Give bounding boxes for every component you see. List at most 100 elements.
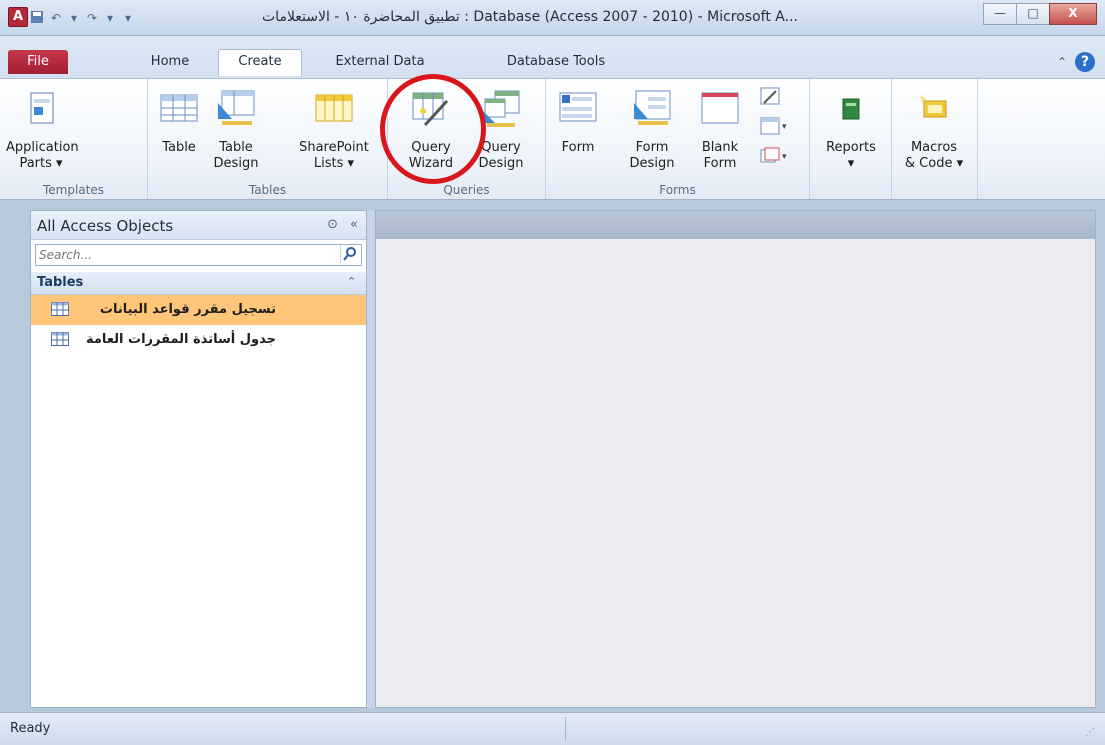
nav-title: All Access Objects	[37, 217, 174, 235]
access-app-icon[interactable]: A	[8, 7, 28, 27]
group-forms: Form Form Design Blank Form ▾ ▾ Forms	[546, 79, 810, 199]
title-bar: A ↶ ▾ ↷ ▾ ▾ تطبيق المحاضرة ١٠ - الاستعلا…	[0, 0, 1105, 36]
group-reports: Reports ▾	[810, 79, 892, 199]
macros-code-button[interactable]: Macros & Code ▾	[898, 89, 970, 172]
svg-text:▾: ▾	[782, 122, 787, 132]
table-object-icon	[51, 332, 69, 346]
nav-header[interactable]: All Access Objects ⊙ «	[31, 211, 366, 240]
nav-item-table-1[interactable]: تسجيل مقرر قواعد البيانات	[31, 295, 366, 325]
application-parts-icon	[30, 92, 54, 124]
redo-dropdown-icon[interactable]: ▾	[104, 11, 116, 25]
table-button[interactable]: Table	[156, 89, 202, 156]
close-button[interactable]: X	[1049, 3, 1097, 25]
application-parts-label-2: Parts ▾	[19, 156, 63, 171]
help-icon[interactable]: ?	[1075, 52, 1095, 72]
redo-icon[interactable]: ↷	[86, 11, 98, 25]
save-icon[interactable]	[30, 10, 44, 27]
svg-text:▾: ▾	[782, 152, 787, 162]
ribbon-create: Application Parts ▾ Templates Table Tabl…	[0, 78, 1105, 200]
quick-access-toolbar: ↶ ▾ ↷ ▾ ▾	[30, 9, 134, 27]
query-design-label-2: Design	[478, 156, 524, 171]
tab-create[interactable]: Create	[218, 49, 302, 76]
reports-label: Reports	[826, 140, 876, 155]
search-icon[interactable]	[340, 245, 359, 263]
group-tables: Table Table Design SharePoint Lists ▾ Ta…	[148, 79, 388, 199]
left-frame	[0, 200, 30, 712]
help-area: ⌃ ?	[1057, 52, 1095, 72]
group-label-templates: Templates	[42, 183, 104, 197]
shutter-bar-close-icon[interactable]: «	[350, 217, 358, 232]
group-templates: Application Parts ▾ Templates	[0, 79, 148, 199]
window-title: تطبيق المحاضرة ١٠ - الاستعلامات : Databa…	[262, 9, 798, 25]
customize-icon[interactable]: ▾	[122, 11, 134, 25]
application-parts-button[interactable]: Application Parts ▾	[6, 89, 79, 172]
application-parts-label-1: Application	[6, 140, 79, 155]
group-label-queries: Queries	[443, 183, 490, 197]
collapse-group-icon[interactable]: ⌃	[347, 275, 356, 288]
minimize-button[interactable]: —	[983, 3, 1017, 25]
nav-item-label: جدول أساتذة المقررات العامة	[86, 332, 276, 347]
navigation-pane: All Access Objects ⊙ « Tables ⌃ تسجيل مق…	[30, 210, 367, 708]
form-design-label-1: Form	[635, 140, 669, 155]
sharepoint-lists-icon	[315, 94, 353, 122]
tab-home[interactable]: Home	[140, 50, 200, 74]
table-object-icon	[51, 302, 69, 316]
form-button[interactable]: Form	[556, 89, 600, 156]
document-tabs-strip	[376, 211, 1095, 239]
query-design-icon	[483, 90, 520, 127]
form-icon	[559, 92, 597, 122]
minimize-ribbon-icon[interactable]: ⌃	[1057, 55, 1067, 69]
nav-menu-icon[interactable]: ⊙	[327, 217, 338, 232]
blank-form-icon	[701, 92, 739, 124]
resize-grip-icon[interactable]: ⋰	[1085, 727, 1099, 741]
table-label: Table	[162, 140, 196, 155]
pane-splitter[interactable]	[367, 210, 375, 708]
navigation-icon[interactable]: ▾	[760, 117, 796, 141]
reports-icon	[842, 98, 860, 120]
sharepoint-lists-label-2: Lists ▾	[313, 156, 355, 171]
form-design-icon	[634, 90, 671, 125]
sharepoint-lists-label-1: SharePoint	[299, 140, 369, 155]
group-macros: Macros & Code ▾	[892, 79, 978, 199]
more-forms-column: ▾ ▾	[760, 87, 796, 171]
table-icon	[160, 94, 198, 122]
window-controls: — □ X	[983, 3, 1097, 25]
query-wizard-highlight-circle	[380, 74, 486, 184]
form-design-label-2: Design	[629, 156, 675, 171]
ribbon-tabs: File Home Create External Data Database …	[0, 36, 1105, 78]
blank-form-label-1: Blank	[701, 140, 739, 155]
nav-item-table-2[interactable]: جدول أساتذة المقررات العامة	[31, 325, 366, 355]
status-text: Ready	[10, 721, 51, 736]
macros-label-1: Macros	[910, 140, 958, 155]
undo-dropdown-icon[interactable]: ▾	[68, 11, 80, 25]
blank-form-button[interactable]: Blank Form	[692, 89, 748, 172]
form-design-button[interactable]: Form Design	[624, 89, 680, 172]
reports-button[interactable]: Reports ▾	[818, 89, 884, 172]
nav-item-label: تسجيل مقرر قواعد البيانات	[99, 302, 276, 317]
nav-group-label: Tables	[37, 275, 84, 290]
search-input[interactable]	[36, 245, 331, 265]
tab-file[interactable]: File	[8, 50, 68, 74]
table-design-label-1: Table	[219, 140, 253, 155]
form-label: Form	[561, 140, 595, 155]
nav-controls: ⊙ «	[327, 217, 358, 232]
maximize-button[interactable]: □	[1016, 3, 1050, 25]
table-design-button[interactable]: Table Design	[208, 89, 264, 172]
nav-search	[35, 244, 362, 266]
group-label-tables: Tables	[248, 183, 287, 197]
tab-database-tools[interactable]: Database Tools	[486, 50, 626, 74]
form-wizard-icon[interactable]	[760, 87, 796, 111]
more-forms-icon[interactable]: ▾	[760, 147, 796, 171]
reports-dropdown-icon: ▾	[847, 156, 855, 171]
document-area	[375, 210, 1096, 708]
nav-group-tables[interactable]: Tables ⌃	[31, 272, 366, 295]
group-label-forms: Forms	[659, 183, 696, 197]
table-design-label-2: Design	[213, 156, 259, 171]
table-design-icon	[218, 90, 255, 125]
tab-external-data[interactable]: External Data	[325, 50, 435, 74]
sharepoint-lists-button[interactable]: SharePoint Lists ▾	[288, 89, 380, 172]
macros-icon	[920, 95, 947, 118]
macros-label-2: & Code ▾	[904, 156, 964, 171]
undo-icon[interactable]: ↶	[50, 11, 62, 25]
status-divider	[565, 717, 566, 741]
